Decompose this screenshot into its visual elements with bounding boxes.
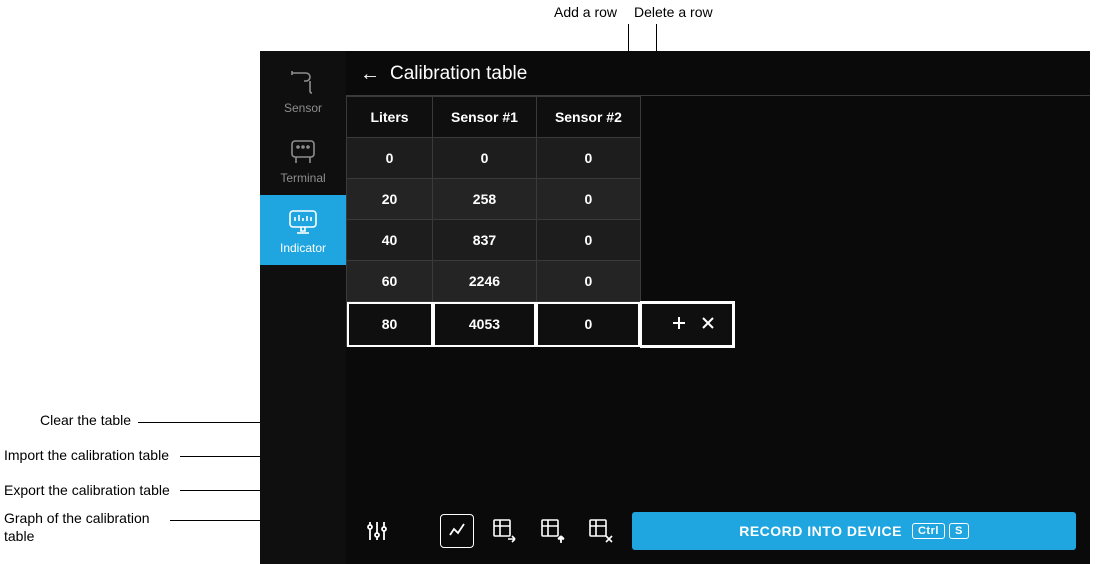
delete-row-icon[interactable] (701, 316, 715, 333)
annotation-import-table: Import the calibration table (4, 447, 169, 463)
table-row[interactable]: 40 837 0 (347, 220, 734, 261)
sidebar-item-indicator[interactable]: Indicator (260, 195, 346, 265)
terminal-icon (286, 137, 320, 167)
cell-liters[interactable]: 40 (347, 220, 433, 261)
cell-sensor2[interactable]: 0 (536, 138, 640, 179)
cell-liters[interactable]: 60 (347, 261, 433, 302)
annotation-export-table: Export the calibration table (4, 482, 170, 498)
cell-liters[interactable]: 0 (347, 138, 433, 179)
cell-sensor2[interactable]: 0 (536, 179, 640, 220)
table-row[interactable]: 60 2246 0 (347, 261, 734, 302)
sidebar-item-sensor[interactable]: Sensor (260, 51, 346, 125)
app-window: Sensor Terminal Indic (260, 51, 1090, 564)
record-label: RECORD INTO DEVICE (739, 523, 902, 539)
cell-sensor1[interactable]: 0 (433, 138, 537, 179)
sidebar-item-label: Indicator (280, 241, 326, 255)
cell-liters[interactable]: 20 (347, 179, 433, 220)
cell-sensor1[interactable]: 837 (433, 220, 537, 261)
cell-sensor2[interactable]: 0 (536, 220, 640, 261)
record-into-device-button[interactable]: RECORD INTO DEVICE Ctrl S (632, 512, 1076, 550)
annotation-add-row: Add a row (554, 4, 617, 20)
table-row[interactable]: 20 258 0 (347, 179, 734, 220)
table-row[interactable]: 80 4053 0 (347, 302, 734, 347)
cell-sensor1[interactable]: 2246 (433, 261, 537, 302)
annotation-clear-table: Clear the table (40, 412, 131, 428)
table-row[interactable]: 0 0 0 (347, 138, 734, 179)
sidebar-item-terminal[interactable]: Terminal (260, 125, 346, 195)
back-arrow-icon[interactable]: ← (360, 64, 380, 84)
cell-sensor1[interactable]: 258 (433, 179, 537, 220)
settings-sliders-icon[interactable] (360, 514, 394, 548)
clear-table-button[interactable] (584, 514, 618, 548)
cell-sensor1[interactable]: 4053 (433, 302, 537, 347)
calibration-table: Liters Sensor #1 Sensor #2 0 0 0 20 (346, 96, 735, 348)
graph-button[interactable] (440, 514, 474, 548)
cell-sensor2[interactable]: 0 (536, 261, 640, 302)
col-sensor-2: Sensor #2 (536, 97, 640, 138)
col-liters: Liters (347, 97, 433, 138)
add-row-icon[interactable] (671, 315, 687, 334)
page-title: Calibration table (390, 63, 527, 85)
sidebar: Sensor Terminal Indic (260, 51, 346, 564)
main-panel: ← Calibration table Liters Sensor #1 Sen… (346, 51, 1090, 564)
col-sensor-1: Sensor #1 (433, 97, 537, 138)
sidebar-item-label: Sensor (284, 101, 322, 115)
bottom-toolbar: RECORD INTO DEVICE Ctrl S (346, 502, 1090, 564)
import-table-button[interactable] (536, 514, 570, 548)
annotation-delete-row: Delete a row (634, 4, 713, 20)
cell-sensor2[interactable]: 0 (536, 302, 640, 347)
annotation-graph-table: Graph of the calibration table (4, 510, 174, 545)
cell-liters[interactable]: 80 (347, 302, 433, 347)
header: ← Calibration table (346, 51, 1090, 96)
sensor-icon (286, 63, 320, 97)
sidebar-item-label: Terminal (280, 171, 325, 185)
leader-line (138, 422, 268, 423)
indicator-icon (285, 207, 321, 237)
export-table-button[interactable] (488, 514, 522, 548)
shortcut-hint: Ctrl S (912, 523, 969, 539)
